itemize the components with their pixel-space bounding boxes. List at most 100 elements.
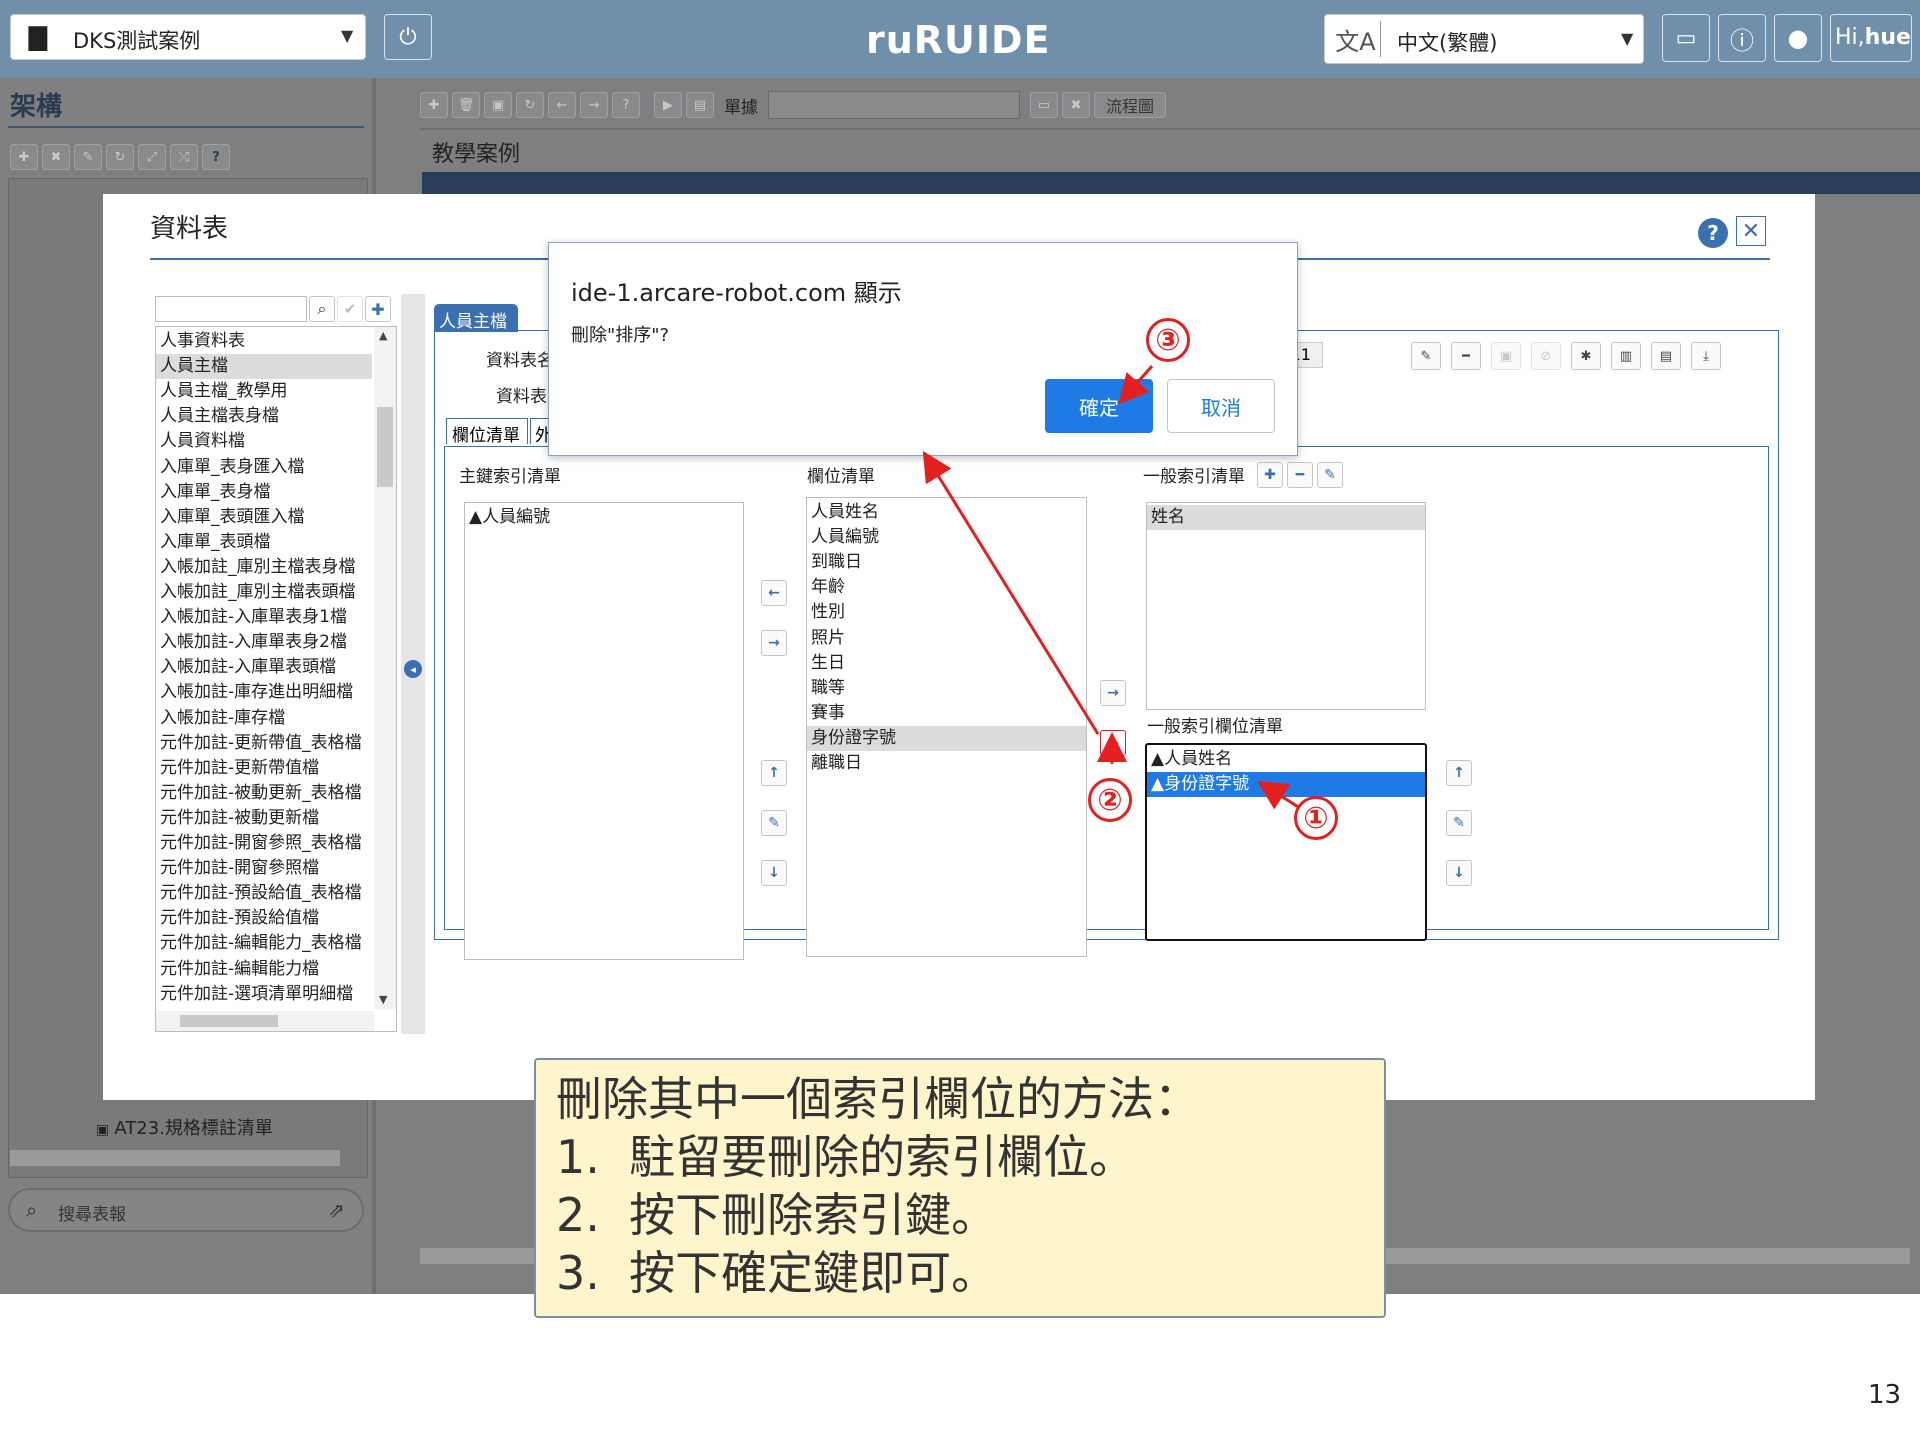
remove-index-field-button[interactable]: ←: [1100, 730, 1126, 756]
document-icon[interactable]: ▤: [1651, 342, 1681, 370]
remove-index-button[interactable]: ━: [1287, 462, 1313, 488]
index-field-list-item[interactable]: ▲身份證字號: [1147, 772, 1425, 797]
field-list-item[interactable]: 性別: [807, 600, 1086, 625]
table-list-item[interactable]: 人員資料檔: [156, 429, 372, 454]
scroll-thumb[interactable]: [180, 1015, 278, 1027]
tree-item[interactable]: ▣ AT23.規格標註清單: [96, 1114, 366, 1142]
table-list-item[interactable]: 元件加註-編輯能力_表格檔: [156, 931, 372, 956]
table-list-item[interactable]: 元件加註-開窗參照_表格檔: [156, 831, 372, 856]
help-icon[interactable]: ?: [612, 92, 640, 118]
pk-list-item[interactable]: ▲人員編號: [465, 505, 743, 530]
field-list-item[interactable]: 照片: [807, 626, 1086, 651]
table-list-item[interactable]: 入庫單_表身匯入檔: [156, 455, 372, 480]
add-icon[interactable]: ✚: [10, 144, 38, 170]
index-field-edit-button[interactable]: ✎: [1446, 810, 1472, 836]
download-icon[interactable]: ⤓: [1691, 342, 1721, 370]
user-greeting[interactable]: Hi,hue: [1830, 14, 1912, 62]
edit-icon[interactable]: ✎: [1411, 342, 1441, 370]
table-list-item[interactable]: 元件加註-預設給值檔: [156, 906, 372, 931]
add-index-button[interactable]: ✚: [1257, 462, 1283, 488]
table-list-item[interactable]: 元件加註-開窗參照檔: [156, 856, 372, 881]
table-list-item[interactable]: 人員主檔: [156, 354, 372, 380]
trash-icon[interactable]: 🗑: [452, 92, 480, 118]
cast-button[interactable]: ▭: [1662, 14, 1710, 62]
refresh-icon[interactable]: ↻: [106, 144, 134, 170]
arrow-left-icon[interactable]: ←: [548, 92, 576, 118]
field-list-item[interactable]: 人員編號: [807, 525, 1086, 550]
table-list-item[interactable]: 人員主檔_教學用: [156, 379, 372, 404]
field-list-item[interactable]: 職等: [807, 676, 1086, 701]
info-button[interactable]: ⓘ: [1718, 14, 1766, 62]
table-search-input[interactable]: [155, 296, 307, 322]
collapse-icon[interactable]: ◂: [404, 660, 422, 678]
table-list-item[interactable]: 入庫單_表頭匯入檔: [156, 505, 372, 530]
save-icon[interactable]: ▣: [1491, 342, 1521, 370]
field-list-item[interactable]: 生日: [807, 651, 1086, 676]
splitter[interactable]: ◂: [401, 294, 425, 1034]
cancel-button[interactable]: 取消: [1167, 379, 1275, 433]
search-form-field[interactable]: ⌕ 搜尋表報 ⇗: [8, 1188, 364, 1232]
edit-button[interactable]: ✎: [761, 810, 787, 836]
search-icon[interactable]: ⌕: [309, 296, 335, 322]
table-list-scrollbar[interactable]: ▲ ▼: [374, 327, 396, 1009]
close-icon[interactable]: ✕: [1736, 216, 1766, 246]
help-icon[interactable]: ?: [202, 144, 230, 170]
edit-index-button[interactable]: ✎: [1317, 462, 1343, 488]
table-list-item[interactable]: 入庫單_表身檔: [156, 480, 372, 505]
play-icon[interactable]: ▶: [654, 92, 682, 118]
table-list-item[interactable]: 元件加註-更新帶值檔: [156, 756, 372, 781]
save-icon[interactable]: ▣: [484, 92, 512, 118]
table-list-item[interactable]: 入帳加註_庫別主檔表頭檔: [156, 580, 372, 605]
tree-hscrollbar[interactable]: [10, 1150, 340, 1166]
table-list-item[interactable]: 人事資料表: [156, 329, 372, 354]
table-list-item[interactable]: 元件加註-被動更新檔: [156, 806, 372, 831]
table-list-item[interactable]: 入帳加註_庫別主檔表身檔: [156, 555, 372, 580]
expand-icon[interactable]: ⤢: [138, 144, 166, 170]
table-list-item[interactable]: 入帳加註-入庫單表身2檔: [156, 630, 372, 655]
table-list-hscrollbar[interactable]: [156, 1011, 374, 1031]
scroll-thumb[interactable]: [377, 407, 393, 487]
close-icon[interactable]: ✖: [42, 144, 70, 170]
folder-icon[interactable]: ▭: [1030, 92, 1058, 118]
table-list-item[interactable]: 元件加註-被動更新_表格檔: [156, 781, 372, 806]
table-list-item[interactable]: 元件加註-更新帶值_表格檔: [156, 731, 372, 756]
field-list-item[interactable]: 到職日: [807, 550, 1086, 575]
table-list-item[interactable]: 人員主檔表身檔: [156, 404, 372, 429]
table-list-item[interactable]: 入帳加註-入庫單表身1檔: [156, 605, 372, 630]
table-list-item[interactable]: 入庫單_表頭檔: [156, 530, 372, 555]
help-icon[interactable]: ?: [1698, 218, 1728, 248]
table-list-item[interactable]: 入帳加註-入庫單表頭檔: [156, 655, 372, 680]
cancel-icon[interactable]: ⊘: [1531, 342, 1561, 370]
field-list-item[interactable]: 年齡: [807, 575, 1086, 600]
flowchart-button[interactable]: 流程圖: [1094, 92, 1166, 118]
check-icon[interactable]: ✔: [337, 296, 363, 322]
move-down-button[interactable]: ↓: [761, 860, 787, 886]
field-list-item[interactable]: 賽事: [807, 701, 1086, 726]
index-field-up-button[interactable]: ↑: [1446, 760, 1472, 786]
document-input[interactable]: [768, 91, 1020, 119]
add-icon[interactable]: ✚: [365, 296, 391, 322]
refresh-icon[interactable]: ↻: [516, 92, 544, 118]
table-list-item[interactable]: 入帳加註-庫存檔: [156, 706, 372, 731]
field-list-item[interactable]: 身份證字號: [807, 725, 1086, 751]
user-button[interactable]: ●: [1774, 14, 1822, 62]
project-selector[interactable]: ▇ DKS測試案例 ▼: [10, 14, 366, 60]
move-left-button[interactable]: ←: [761, 580, 787, 606]
close-icon[interactable]: ✖: [1062, 92, 1090, 118]
add-icon[interactable]: ✚: [420, 92, 448, 118]
move-right-button[interactable]: →: [761, 630, 787, 656]
shuffle-icon[interactable]: ⤮: [170, 144, 198, 170]
edit-icon[interactable]: ✎: [74, 144, 102, 170]
index-field-list-item[interactable]: ▲人員姓名: [1147, 747, 1425, 772]
add-to-index-button[interactable]: →: [1100, 680, 1126, 706]
tab-field-list[interactable]: 欄位清單: [446, 418, 528, 446]
minus-icon[interactable]: ━: [1451, 342, 1481, 370]
field-list-item[interactable]: 離職日: [807, 751, 1086, 776]
power-button[interactable]: ⏻: [384, 14, 432, 60]
table-list-item[interactable]: 元件加註-預設給值_表格檔: [156, 881, 372, 906]
bug-icon[interactable]: ✱: [1571, 342, 1601, 370]
field-list-item[interactable]: 人員姓名: [807, 500, 1086, 525]
table-list-item[interactable]: 元件加註-編輯能力檔: [156, 957, 372, 982]
language-selector[interactable]: 文A 中文(繁體) ▼: [1324, 14, 1644, 64]
confirm-button[interactable]: 確定: [1045, 379, 1153, 433]
